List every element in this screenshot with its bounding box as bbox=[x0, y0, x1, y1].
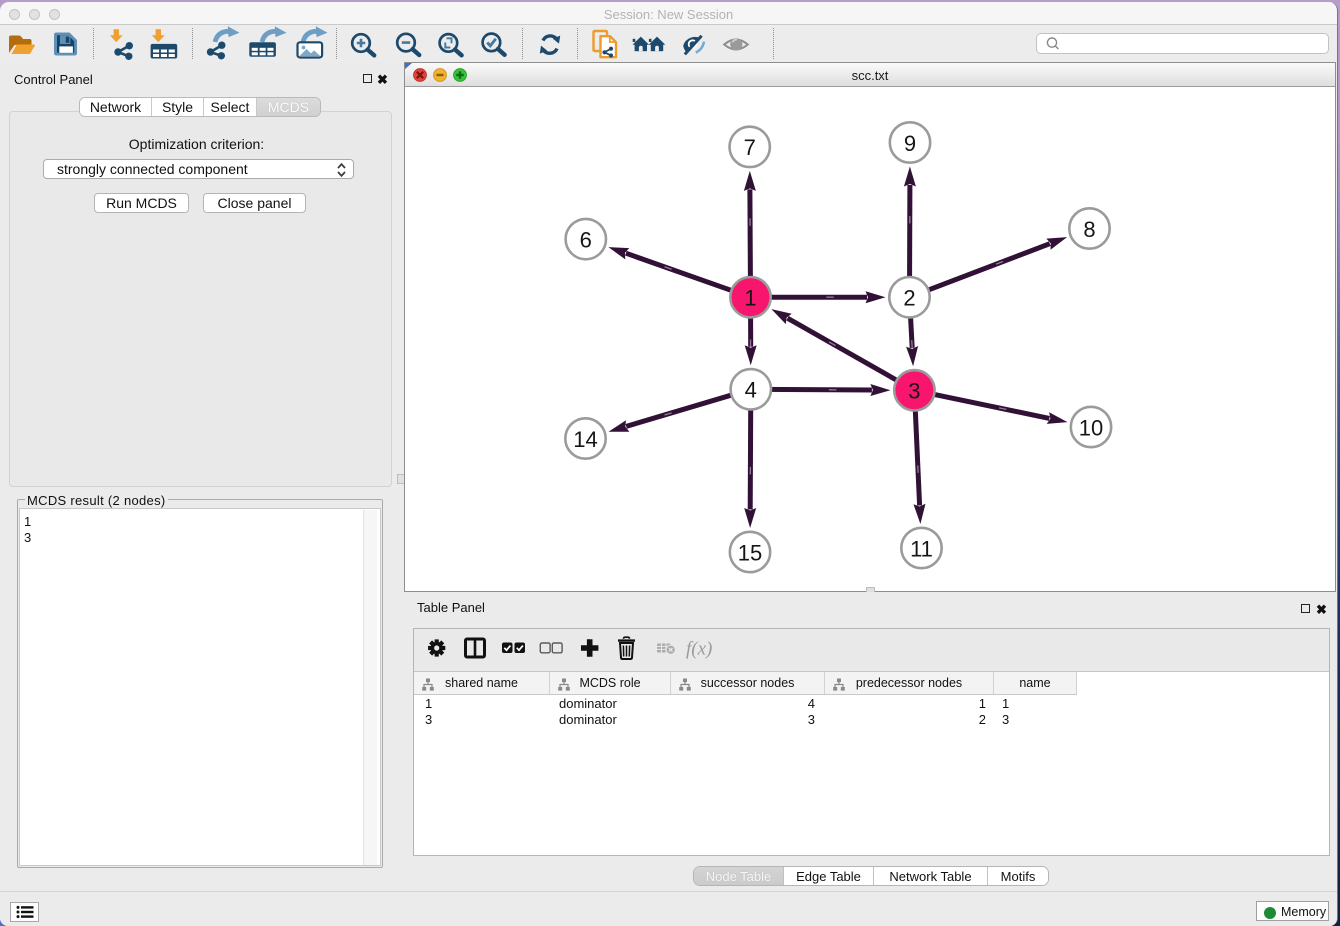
svg-text:9: 9 bbox=[904, 131, 916, 156]
svg-text:6: 6 bbox=[580, 227, 592, 252]
svg-text:8: 8 bbox=[1083, 217, 1095, 242]
svg-text:3: 3 bbox=[908, 379, 920, 404]
svg-text:2: 2 bbox=[903, 286, 915, 311]
svg-text:7: 7 bbox=[744, 135, 756, 160]
svg-text:f(x): f(x) bbox=[686, 638, 712, 659]
svg-text:4: 4 bbox=[745, 378, 757, 403]
svg-text:11: 11 bbox=[910, 536, 933, 561]
svg-text:10: 10 bbox=[1079, 415, 1103, 440]
svg-text:15: 15 bbox=[738, 540, 762, 565]
svg-text:14: 14 bbox=[573, 427, 597, 452]
svg-text:1: 1 bbox=[744, 286, 756, 311]
